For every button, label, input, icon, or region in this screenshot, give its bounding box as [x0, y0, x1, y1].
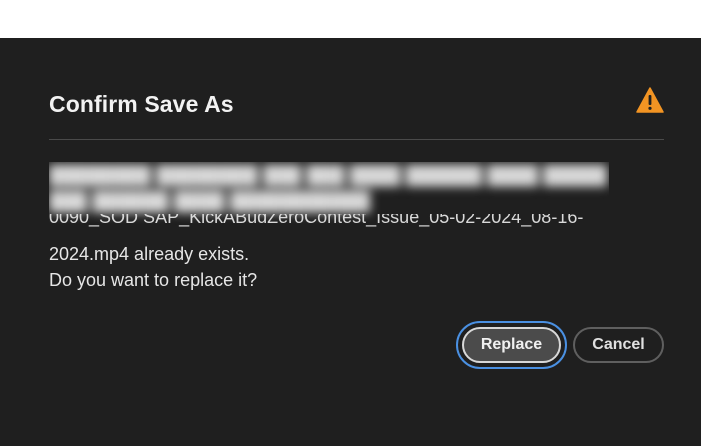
message-line-question: Do you want to replace it?	[49, 270, 258, 290]
title-divider	[49, 139, 664, 140]
file-path-partial-text: 0090_SOD SAP_KickABudZeroContest_Issue_0…	[49, 214, 584, 227]
warning-triangle-icon	[636, 87, 664, 113]
file-path-partial: 0090_SOD SAP_KickABudZeroContest_Issue_0…	[49, 214, 609, 230]
cancel-button[interactable]: Cancel	[573, 327, 664, 363]
confirm-save-as-dialog: Confirm Save As ████████ ████████ ███ ██…	[0, 38, 701, 446]
top-strip	[0, 0, 701, 38]
dialog-title: Confirm Save As	[49, 91, 234, 117]
replace-button[interactable]: Replace	[462, 327, 561, 363]
message-line-exists: 2024.mp4 already exists.	[49, 244, 250, 264]
dialog-message: 2024.mp4 already exists. Do you want to …	[49, 241, 257, 293]
